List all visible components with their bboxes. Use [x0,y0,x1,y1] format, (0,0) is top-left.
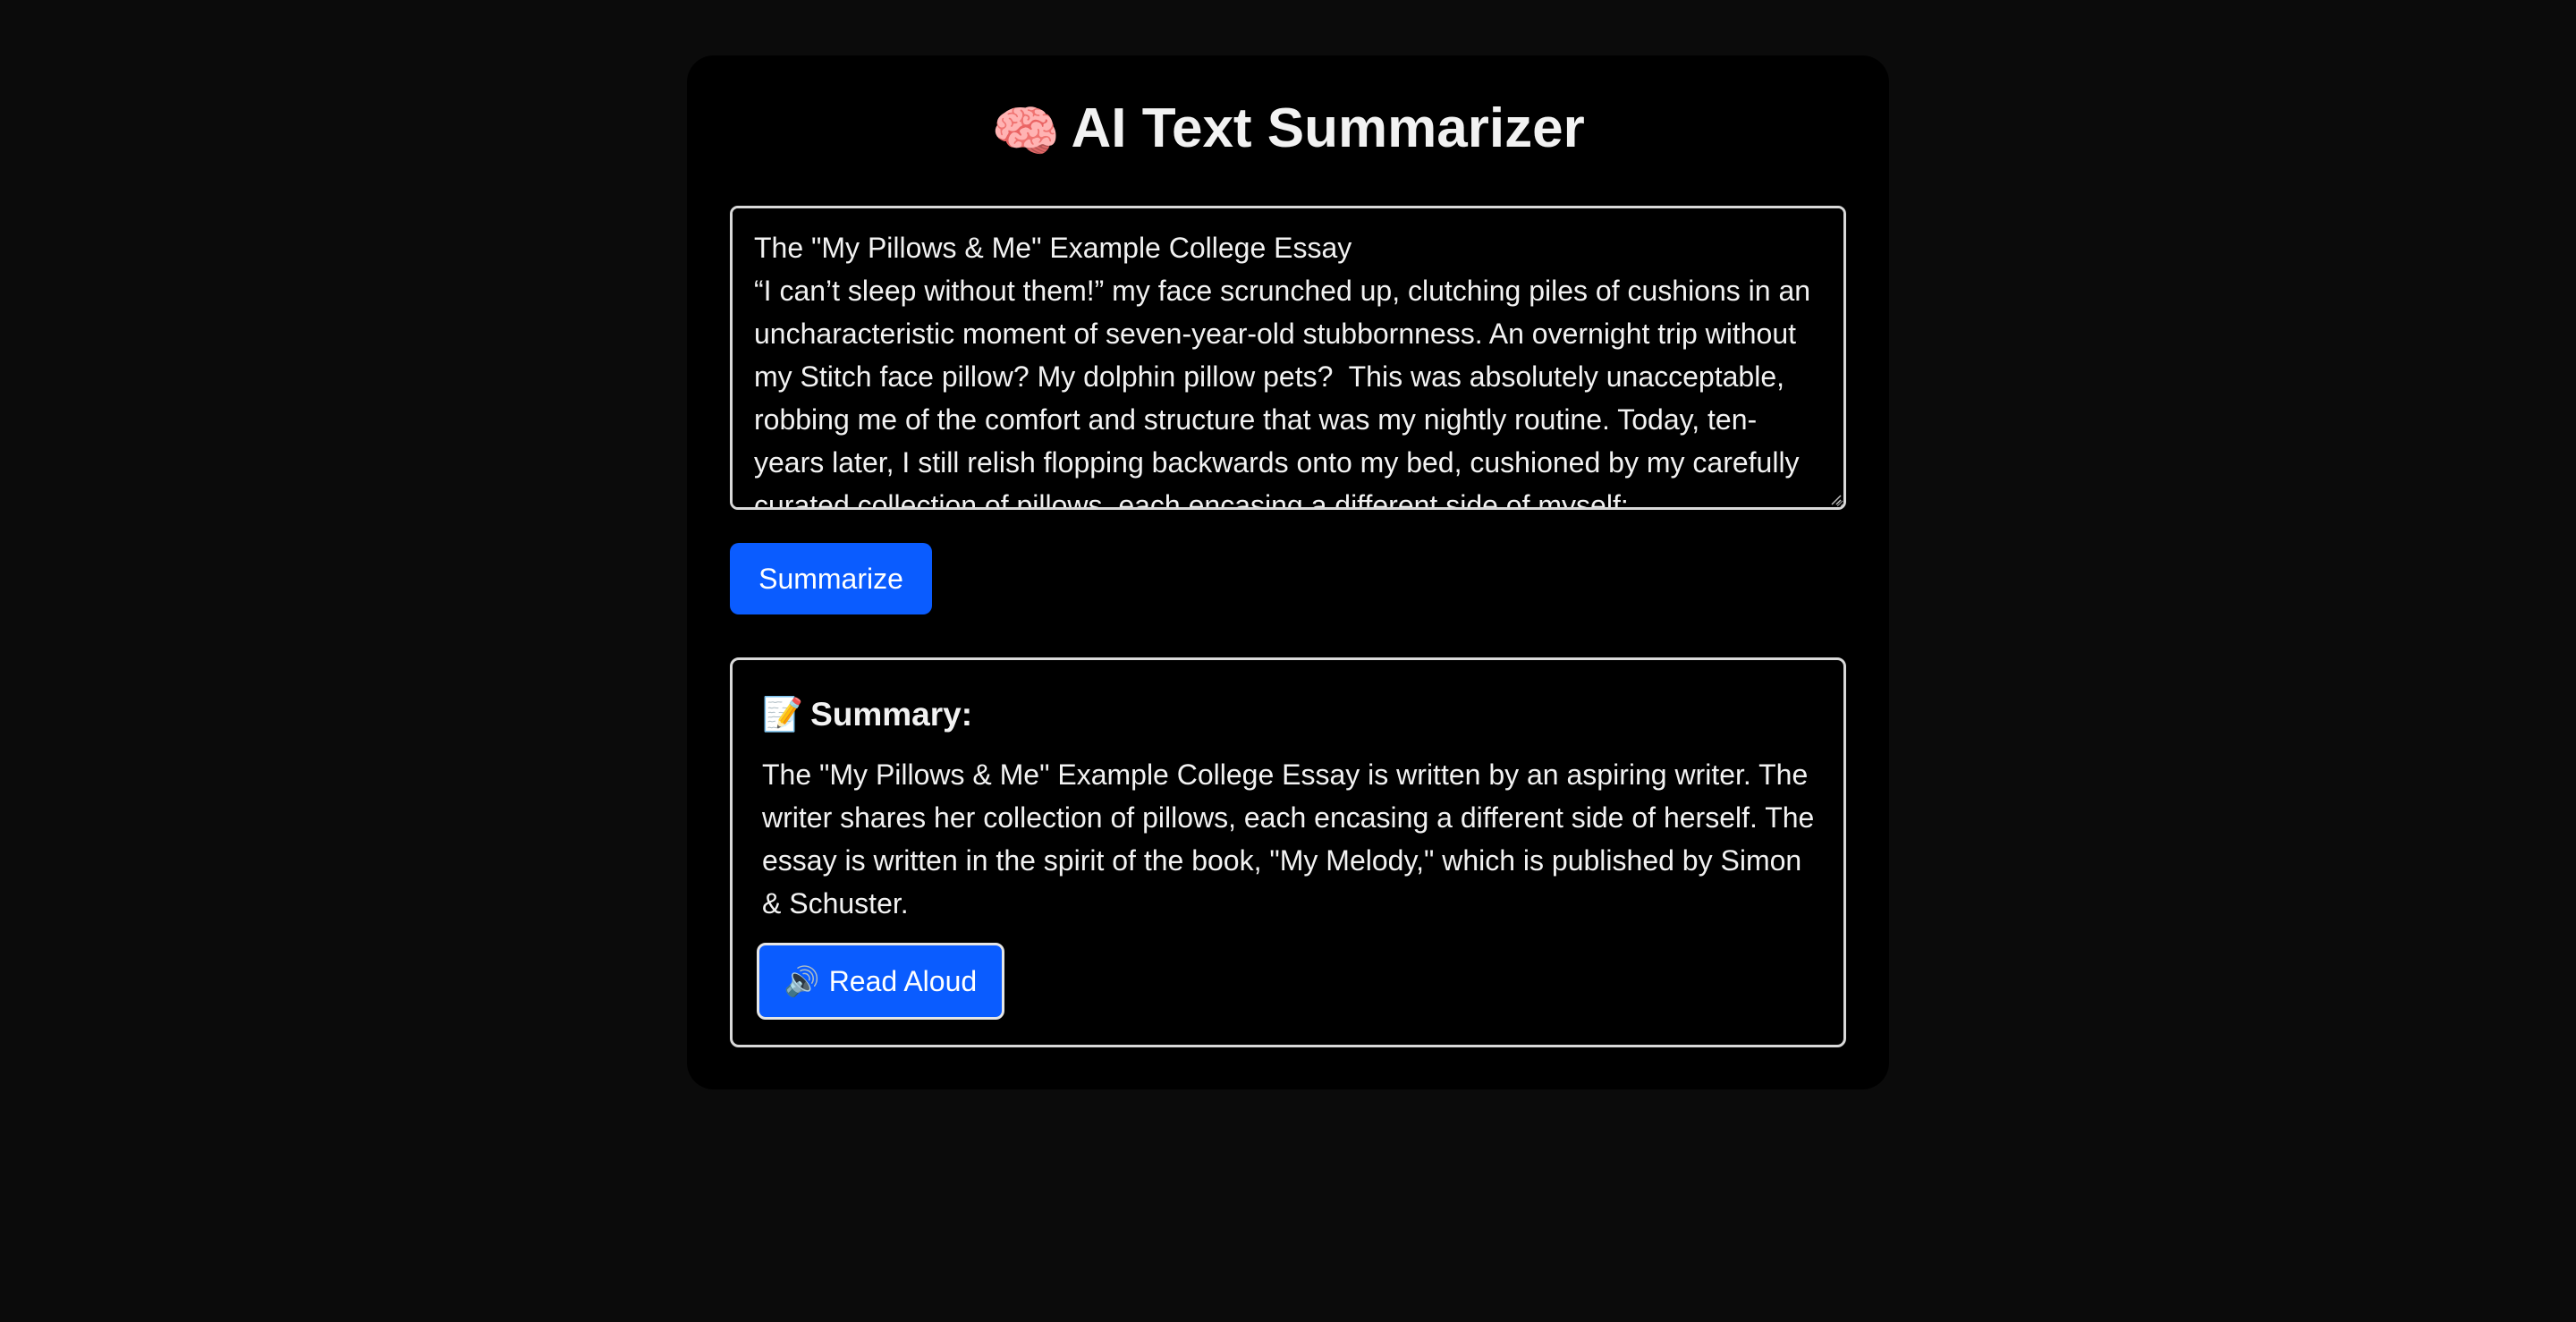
page-title-text: AI Text Summarizer [1071,97,1585,159]
speaker-icon: 🔊 [784,965,820,997]
memo-icon: 📝 [762,696,804,733]
brain-icon: 🧠 [991,100,1061,163]
summary-heading-text: Summary: [810,696,973,733]
read-aloud-label: Read Aloud [828,965,978,997]
read-aloud-button[interactable]: 🔊 Read Aloud [757,943,1004,1020]
resize-handle-icon[interactable] [1829,493,1842,505]
essay-input[interactable]: The "My Pillows & Me" Example College Es… [733,208,1843,507]
page-title: 🧠 AI Text Summarizer [687,93,1889,168]
summary-text: The "My Pillows & Me" Example College Es… [762,758,1815,919]
essay-input-container: The "My Pillows & Me" Example College Es… [730,206,1846,510]
summary-heading: 📝 Summary: [762,692,972,737]
summarize-button[interactable]: Summarize [730,543,932,614]
